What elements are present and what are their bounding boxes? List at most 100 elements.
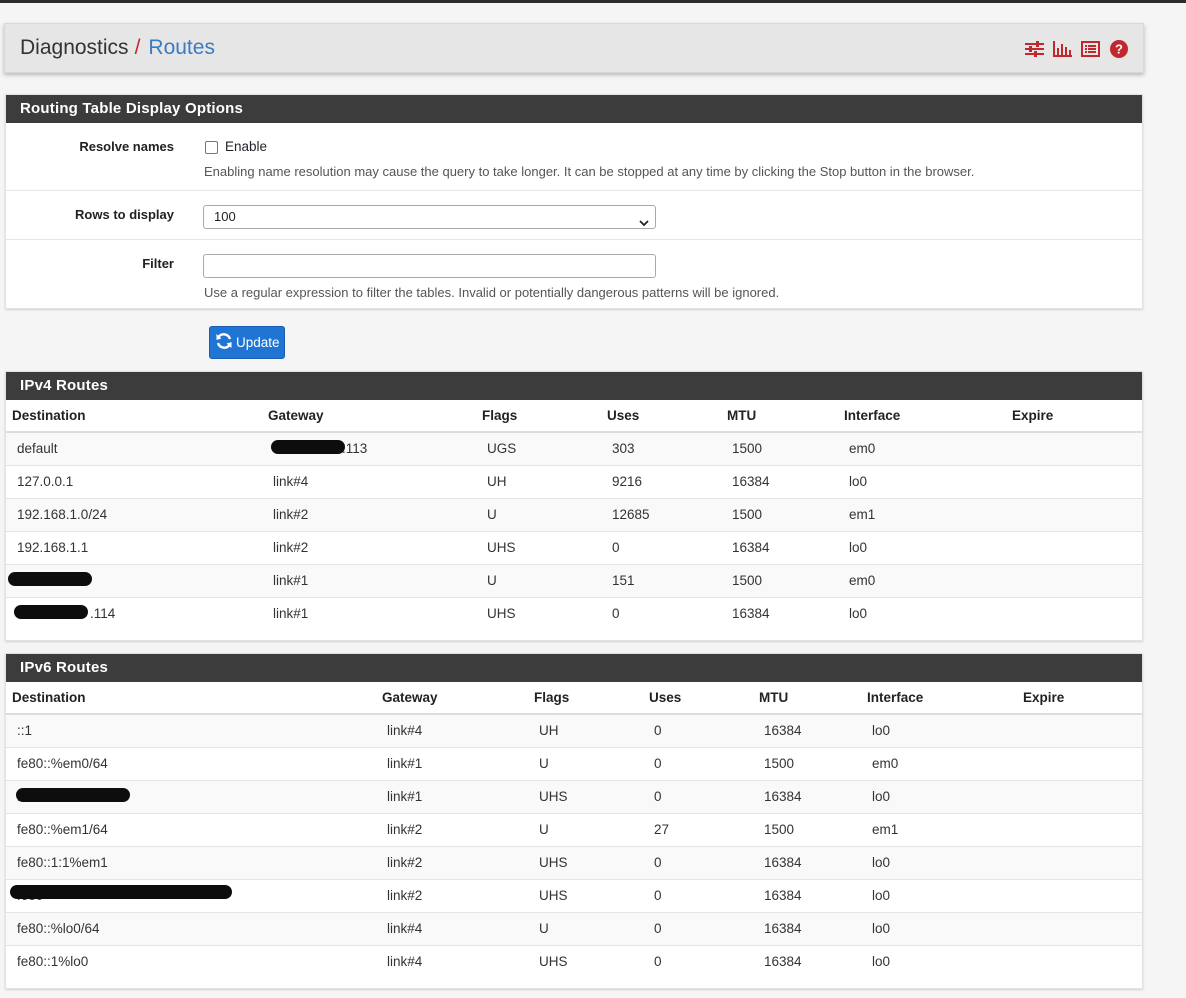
table-row: fe:e6f2%em0link#1UHS016384lo0: [6, 779, 1142, 813]
table-cell: 16384: [753, 713, 861, 747]
table-cell: link#4: [376, 713, 528, 747]
table-cell: fe80::1%lo0: [6, 944, 376, 978]
resolve-names-checkbox[interactable]: [205, 141, 218, 154]
table-cell: 0: [643, 845, 753, 879]
refresh-icon: [215, 332, 233, 353]
table-cell: UH: [476, 464, 601, 498]
column-header: Interface: [838, 400, 1006, 433]
table-cell: 16384: [753, 878, 861, 912]
table-cell: lo0: [838, 596, 1006, 630]
table-cell: 1500: [721, 497, 838, 531]
chevron-down-icon: [639, 212, 649, 234]
table-cell: em0: [861, 746, 1017, 780]
table-cell: 12685: [601, 497, 721, 531]
column-header: Uses: [601, 400, 721, 433]
filter-help: Use a regular expression to filter the t…: [204, 285, 780, 300]
column-header: MTU: [753, 682, 861, 715]
resolve-names-label: Resolve names: [79, 139, 174, 154]
column-header: Flags: [476, 400, 601, 433]
panel-title-ipv6: IPv6 Routes: [6, 654, 1142, 682]
breadcrumb-root[interactable]: Diagnostics: [20, 36, 129, 60]
column-header: Gateway: [262, 400, 476, 433]
table-cell: 192.168.1.1: [6, 530, 262, 564]
table-cell: [1006, 596, 1142, 630]
table-cell: [1006, 497, 1142, 531]
column-header: Flags: [528, 682, 643, 715]
table-cell: link#1: [376, 779, 528, 813]
table-cell: link#1: [262, 563, 476, 597]
table-cell: link#4: [376, 911, 528, 945]
display-options-panel: Routing Table Display Options Resolve na…: [5, 94, 1143, 309]
table-cell: lo0: [861, 944, 1017, 978]
table-cell: 9216: [601, 464, 721, 498]
table-cell: default: [6, 431, 262, 465]
table-cell: 0: [643, 779, 753, 813]
breadcrumb-bar: Diagnostics / Routes ?: [4, 23, 1144, 73]
table-cell: [1017, 746, 1142, 780]
table-cell: [1017, 878, 1142, 912]
table-cell: lo0: [861, 911, 1017, 945]
filter-input[interactable]: [203, 254, 656, 278]
breadcrumb-separator: /: [134, 36, 141, 59]
table-cell: UHS: [528, 878, 643, 912]
table-cell: UGS: [476, 431, 601, 465]
table-cell: [1017, 779, 1142, 813]
ipv4-routes-panel: IPv4 Routes Destination Gateway Flags Uses M…: [5, 371, 1143, 641]
column-header: Expire: [1017, 682, 1142, 715]
column-header: Expire: [1006, 400, 1142, 433]
rows-to-display-select[interactable]: 100: [203, 205, 656, 229]
table-cell: 0: [643, 944, 753, 978]
table-cell: [1017, 713, 1142, 747]
table-cell: [1017, 812, 1142, 846]
table-cell: 0: [601, 530, 721, 564]
table-cell: 16384: [753, 845, 861, 879]
ipv6-routes-panel: IPv6 Routes Destination Gateway Flags Uses M…: [5, 653, 1143, 989]
panel-title-options: Routing Table Display Options: [6, 95, 1142, 123]
ipv6-routes-table: Destination Gateway Flags Uses MTU Interface E…: [6, 682, 1142, 978]
table-cell: 16384: [753, 779, 861, 813]
table-cell: U: [528, 911, 643, 945]
table-row: 192.168.1.1 link#2 UHS 0 16384 lo0: [6, 530, 1142, 564]
table-cell: lo0: [861, 845, 1017, 879]
table-cell: fe80::%em0/64: [6, 746, 376, 780]
table-cell: link#2: [376, 845, 528, 879]
update-button[interactable]: Update: [209, 326, 285, 359]
table-cell: em1: [838, 497, 1006, 531]
redaction-mark: [16, 788, 130, 802]
help-icon[interactable]: ?: [1108, 38, 1129, 59]
rows-to-display-value: 100: [214, 209, 236, 224]
table-row: 127.0.0.1 link#4 UH 9216 16384 lo0: [6, 464, 1142, 498]
table-cell: 1500: [721, 563, 838, 597]
table-cell: 0: [601, 596, 721, 630]
table-cell: U: [476, 497, 601, 531]
table-row: fe80::%lo0/64 link#4 U 0 16384 lo0: [6, 911, 1142, 945]
sliders-icon[interactable]: [1024, 38, 1045, 59]
table-cell: 127.0.0.1: [6, 464, 262, 498]
table-row: fe80::%em0/64 link#1 U 0 1500 em0: [6, 746, 1142, 780]
table-cell: UHS: [476, 596, 601, 630]
table-row: fe80::1%lo0 link#4 UHS 0 16384 lo0: [6, 944, 1142, 978]
list-icon[interactable]: [1080, 38, 1101, 59]
table-cell: U: [476, 563, 601, 597]
filter-row: Filter Use a regular expression to filte…: [6, 240, 1142, 309]
table-row: ::1 link#4 UH 0 16384 lo0: [6, 713, 1142, 747]
bar-chart-icon[interactable]: [1052, 38, 1073, 59]
column-header: Gateway: [376, 682, 528, 715]
table-cell: link#2: [262, 530, 476, 564]
panel-title-ipv4: IPv4 Routes: [6, 372, 1142, 400]
filter-label: Filter: [142, 256, 174, 271]
breadcrumb-current[interactable]: Routes: [148, 36, 215, 60]
table-cell: 27: [643, 812, 753, 846]
table-row: .114 link#1 UHS 0 16384 lo0: [6, 596, 1142, 630]
table-cell: UHS: [476, 530, 601, 564]
table-cell: link#1: [262, 596, 476, 630]
resolve-names-checkbox-label[interactable]: Enable: [225, 139, 267, 154]
rows-to-display-row: Rows to display 100: [6, 191, 1142, 240]
table-row: 20.112/29link#1U1511500em0: [6, 563, 1142, 597]
table-cell: lo0: [861, 713, 1017, 747]
table-cell: 0: [643, 878, 753, 912]
table-cell: lo0: [838, 530, 1006, 564]
table-row: fe80::%em1/64 link#2 U 27 1500 em1: [6, 812, 1142, 846]
resolve-names-help: Enabling name resolution may cause the q…: [204, 164, 975, 179]
table-cell: [1017, 944, 1142, 978]
